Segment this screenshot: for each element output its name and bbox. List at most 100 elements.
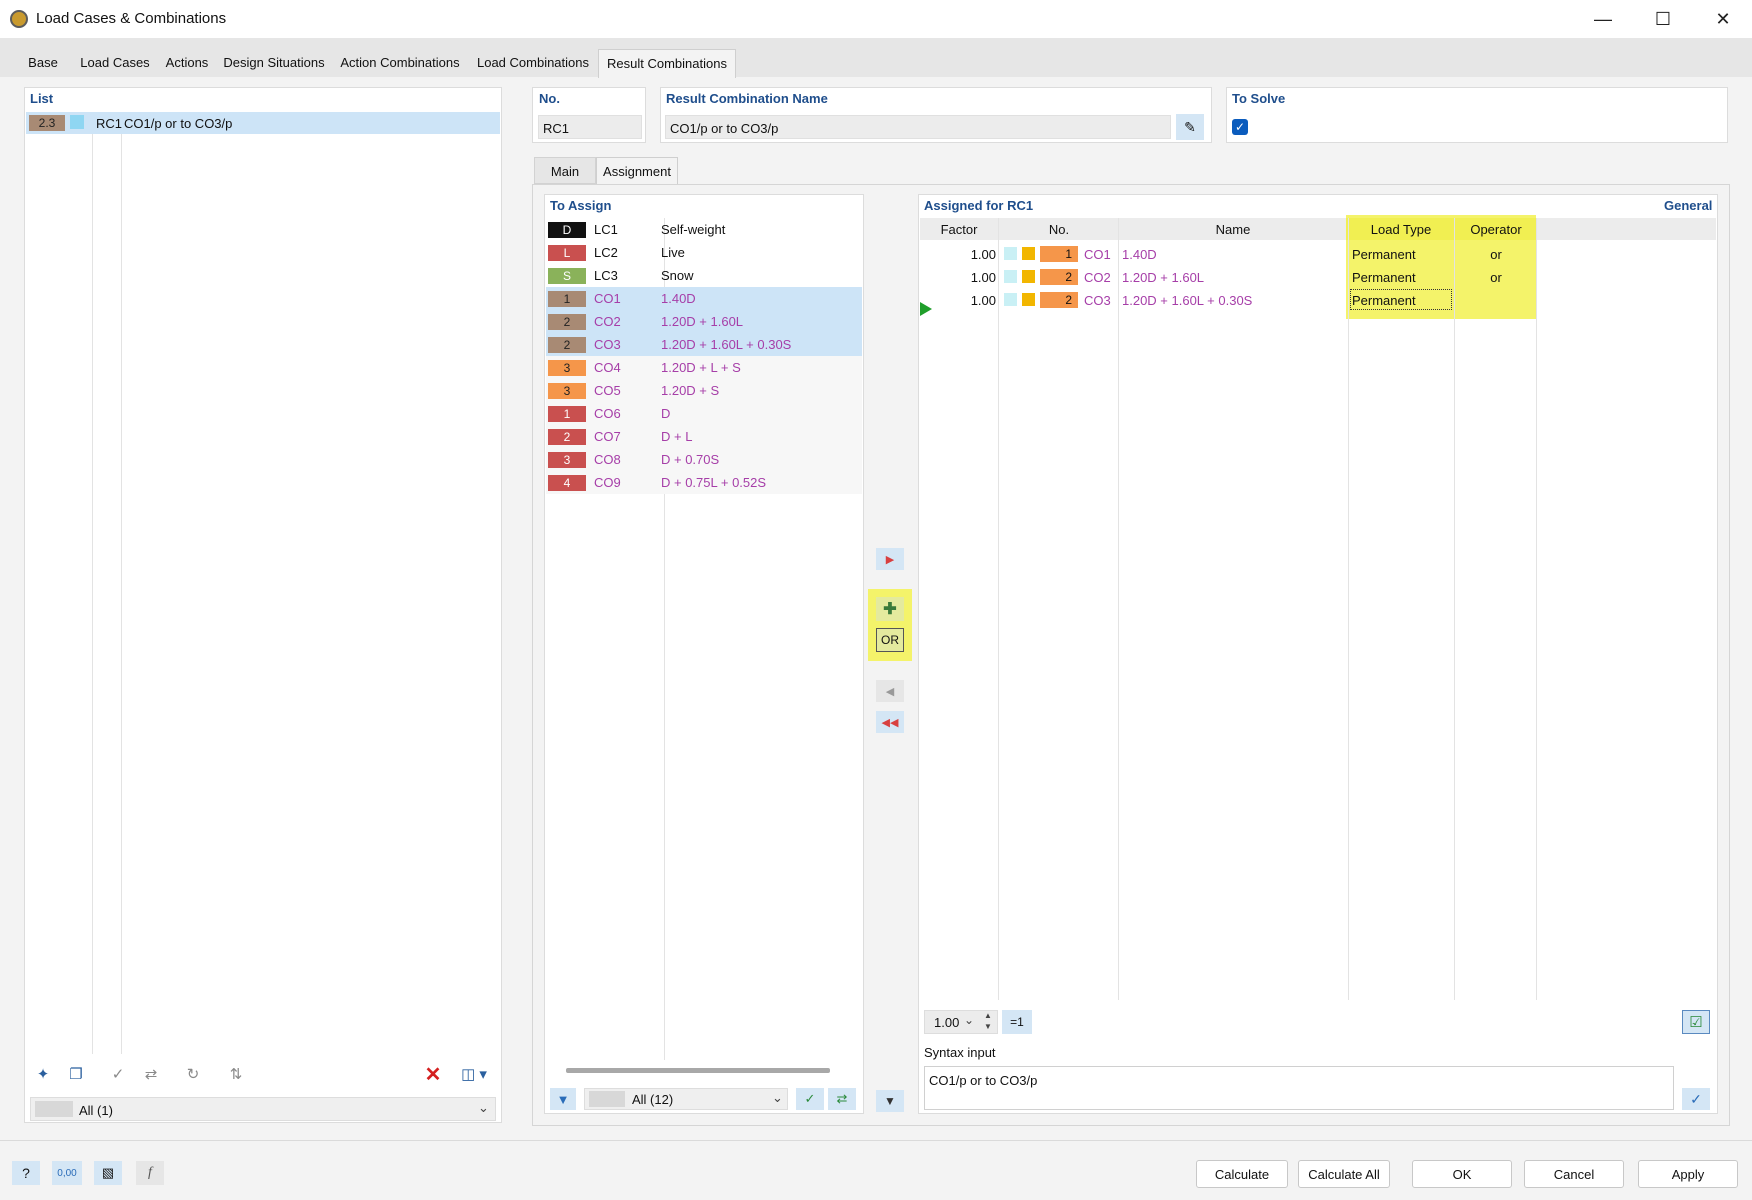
unassign-all-icon[interactable]: ◀◀	[876, 711, 904, 733]
list-item-co1[interactable]: 1 CO1 1.40D	[546, 287, 862, 310]
lc-id: LC2	[594, 245, 618, 260]
load-type-cell[interactable]: Permanent	[1352, 247, 1416, 262]
apply-syntax-icon[interactable]: ✓	[1682, 1088, 1710, 1110]
plus-operator-icon[interactable]: ✚	[876, 597, 904, 621]
uncheck-icon[interactable]: ⇄	[136, 1061, 166, 1087]
renumber-icon[interactable]: ↻	[178, 1061, 208, 1087]
tab-action-combinations[interactable]: Action Combinations	[332, 49, 469, 77]
co-id: CO7	[594, 429, 621, 444]
list-item-lc3[interactable]: S LC3 Snow	[546, 264, 862, 287]
edit-name-icon[interactable]: ✎	[1176, 114, 1204, 140]
sort-icon[interactable]: ⇅	[221, 1061, 251, 1087]
load-type-cell[interactable]: Permanent	[1352, 293, 1416, 308]
co-tag: 2	[548, 336, 586, 353]
factor-cell[interactable]: 1.00	[920, 270, 996, 285]
minimize-icon[interactable]: —	[1574, 0, 1632, 38]
maximize-icon[interactable]: ☐	[1634, 0, 1692, 38]
syntax-input[interactable]: CO1/p or to CO3/p	[924, 1066, 1674, 1110]
list-header: List	[30, 91, 54, 106]
co-id: CO6	[594, 406, 621, 421]
delete-icon[interactable]: ✕	[418, 1061, 448, 1087]
new-item-icon[interactable]: ✦	[28, 1061, 58, 1087]
subtab-assignment[interactable]: Assignment	[596, 157, 678, 185]
close-icon[interactable]: ✕	[1694, 0, 1752, 38]
list-item-co3[interactable]: 2 CO3 1.20D + 1.60L + 0.30S	[546, 333, 862, 356]
list-item-lc2[interactable]: L LC2 Live	[546, 241, 862, 264]
spinner-icon[interactable]: ▲ ▼	[984, 1010, 992, 1032]
tab-load-cases[interactable]: Load Cases	[72, 49, 159, 77]
co-tag: 2	[1040, 292, 1078, 308]
to-assign-header: To Assign	[550, 198, 612, 213]
tab-actions[interactable]: Actions	[158, 49, 217, 77]
co-name: 1.20D + S	[661, 383, 720, 398]
formula-icon[interactable]: f	[136, 1161, 164, 1185]
check-syntax-icon[interactable]: ☑	[1682, 1010, 1710, 1034]
calculate-all-button[interactable]: Calculate All	[1298, 1160, 1390, 1188]
co-id: CO5	[594, 383, 621, 398]
co-name: 1.20D + 1.60L	[661, 314, 744, 329]
ok-button[interactable]: OK	[1412, 1160, 1512, 1188]
help-icon[interactable]: ?	[12, 1161, 40, 1185]
unassign-selected-icon[interactable]: ◀	[876, 680, 904, 702]
units-icon[interactable]: 0,00	[52, 1161, 82, 1185]
table-row[interactable]: 1.00 2 CO3 1.20D + 1.60L + 0.30S Permane…	[920, 289, 1716, 312]
factor-cell[interactable]: 1.00	[920, 247, 996, 262]
color-swatch	[1022, 247, 1035, 260]
calculate-button[interactable]: Calculate	[1196, 1160, 1288, 1188]
no-label: No.	[539, 91, 560, 106]
load-type-cell[interactable]: Permanent	[1352, 270, 1416, 285]
color-swatch	[1022, 270, 1035, 283]
subtab-main[interactable]: Main	[534, 157, 596, 184]
filter-icon[interactable]: ▼	[550, 1088, 576, 1110]
chevron-down-icon: ⌄	[478, 1100, 489, 1115]
co-name: 1.20D + 1.60L + 0.30S	[1122, 293, 1253, 308]
list-item-co6[interactable]: 1 CO6 D	[546, 402, 862, 425]
no-field[interactable]: RC1	[538, 115, 642, 139]
display-options-icon[interactable]: ▧	[94, 1161, 122, 1185]
check-all-icon[interactable]: ✓	[103, 1061, 133, 1087]
chevron-down-icon: ⌄	[772, 1090, 783, 1105]
co-id: CO2	[594, 314, 621, 329]
to-solve-panel	[1226, 87, 1728, 143]
list-item-lc1[interactable]: D LC1 Self-weight	[546, 218, 862, 241]
general-link[interactable]: General	[1664, 198, 1712, 213]
list-item-co9[interactable]: 4 CO9 D + 0.75L + 0.52S	[546, 471, 862, 494]
co-tag: 3	[548, 359, 586, 376]
list-item-co8[interactable]: 3 CO8 D + 0.70S	[546, 448, 862, 471]
or-operator-button[interactable]: OR	[876, 628, 904, 652]
assign-selected-icon[interactable]: ▶	[876, 548, 904, 570]
list-item-co5[interactable]: 3 CO5 1.20D + S	[546, 379, 862, 402]
apply-button[interactable]: Apply	[1638, 1160, 1738, 1188]
cancel-button[interactable]: Cancel	[1524, 1160, 1624, 1188]
copy-item-icon[interactable]: ❐	[61, 1061, 91, 1087]
to-assign-list: D LC1 Self-weight L LC2 Live S LC3 Snow …	[546, 218, 862, 494]
list-item-co7[interactable]: 2 CO7 D + L	[546, 425, 862, 448]
lc-tag: D	[548, 221, 586, 238]
title-bar	[0, 0, 1752, 38]
operator-cell[interactable]: or	[1456, 247, 1536, 262]
table-row[interactable]: 1.00 2 CO2 1.20D + 1.60L Permanent or	[920, 266, 1716, 289]
lc-name: Live	[661, 245, 685, 260]
co-tag: 2	[548, 428, 586, 445]
col-divider	[1536, 218, 1537, 1000]
list-item-co2[interactable]: 2 CO2 1.20D + 1.60L	[546, 310, 862, 333]
select-all-icon[interactable]: ✓	[796, 1088, 824, 1110]
to-solve-checkbox[interactable]: ✓	[1232, 119, 1248, 135]
set-factor-one-button[interactable]: =1	[1002, 1010, 1032, 1034]
invert-selection-icon[interactable]: ⇄	[828, 1088, 856, 1110]
operator-cell[interactable]: or	[1456, 270, 1536, 285]
color-swatch	[1004, 247, 1017, 260]
tab-base[interactable]: Base	[14, 49, 73, 77]
move-down-icon[interactable]: ▼	[876, 1090, 904, 1112]
tab-design-situations[interactable]: Design Situations	[216, 49, 333, 77]
table-row[interactable]: 1.00 1 CO1 1.40D Permanent or	[920, 243, 1716, 266]
co-name: 1.40D	[661, 291, 696, 306]
horizontal-scrollbar[interactable]	[566, 1068, 830, 1073]
view-options-icon[interactable]: ◫ ▾	[452, 1061, 496, 1087]
tab-result-combinations[interactable]: Result Combinations	[598, 49, 736, 78]
lc-name: Self-weight	[661, 222, 726, 237]
list-item-co4[interactable]: 3 CO4 1.20D + L + S	[546, 356, 862, 379]
list-panel	[24, 87, 502, 1123]
name-field[interactable]: CO1/p or to CO3/p	[665, 115, 1171, 139]
tab-load-combinations[interactable]: Load Combinations	[468, 49, 599, 77]
